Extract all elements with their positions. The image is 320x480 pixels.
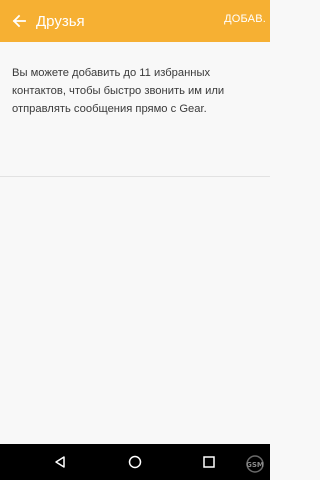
svg-text:GSM: GSM	[246, 461, 264, 469]
square-recents-icon	[203, 456, 215, 468]
nav-back-button[interactable]	[40, 444, 80, 480]
circle-home-icon	[128, 455, 142, 469]
nav-recents-button[interactable]	[189, 444, 229, 480]
arrow-left-icon	[12, 14, 26, 28]
app-bar: Друзья ДОБАВ.	[0, 0, 270, 42]
watermark-logo: GSM	[244, 454, 268, 474]
add-button[interactable]: ДОБАВ.	[224, 13, 266, 25]
system-nav-bar	[0, 444, 270, 480]
content-area: Вы можете добавить до 11 избранных конта…	[0, 42, 270, 444]
description-text: Вы можете добавить до 11 избранных конта…	[12, 67, 225, 115]
back-button[interactable]	[2, 0, 36, 42]
nav-home-button[interactable]	[115, 444, 155, 480]
triangle-back-icon	[55, 456, 65, 468]
divider	[0, 176, 270, 177]
page-title: Друзья	[36, 12, 85, 30]
